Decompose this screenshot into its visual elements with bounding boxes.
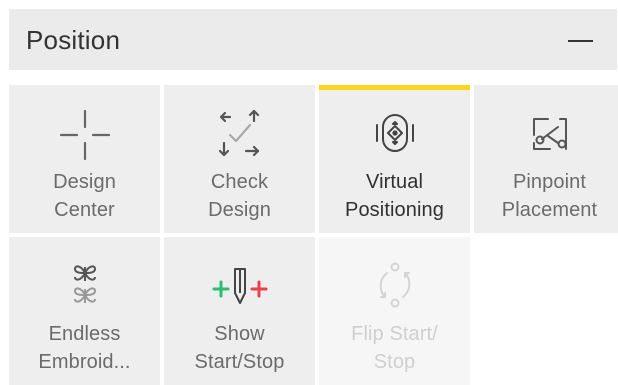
virtual-positioning-icon — [365, 105, 425, 165]
pinpoint-placement-button[interactable]: Pinpoint Placement — [474, 85, 618, 233]
pinpoint-placement-icon — [520, 105, 580, 165]
panel-header: Position — [9, 9, 617, 70]
crosshair-icon — [55, 105, 115, 165]
panel-title: Position — [26, 25, 121, 55]
show-start-stop-button[interactable]: Show Start/Stop — [164, 237, 315, 385]
check-design-button[interactable]: Check Design — [164, 85, 315, 233]
flip-start-stop-label: Flip Start/ Stop — [351, 323, 438, 373]
pinpoint-placement-label: Pinpoint Placement — [501, 171, 598, 221]
virtual-positioning-label: Virtual Positioning — [345, 171, 444, 221]
virtual-positioning-button[interactable]: Virtual Positioning — [319, 85, 470, 233]
active-indicator — [319, 85, 470, 90]
endless-embroidery-button[interactable]: Endless Embroid... — [9, 237, 160, 385]
design-center-label: Design Center — [53, 171, 116, 221]
minus-icon — [568, 40, 593, 42]
collapse-button[interactable] — [565, 26, 597, 54]
check-design-arrows-icon — [210, 105, 270, 165]
design-center-button[interactable]: Design Center — [9, 85, 160, 233]
check-design-label: Check Design — [208, 171, 271, 221]
flip-start-stop-icon — [365, 257, 425, 317]
flip-start-stop-button: Flip Start/ Stop — [319, 237, 470, 385]
position-panel: Position Design Center Check Design Virt… — [9, 9, 618, 385]
endless-embroidery-label: Endless Embroid... — [38, 323, 131, 373]
show-start-stop-icon — [210, 257, 270, 317]
show-start-stop-label: Show Start/Stop — [194, 323, 285, 373]
endless-embroidery-icon — [55, 257, 115, 317]
